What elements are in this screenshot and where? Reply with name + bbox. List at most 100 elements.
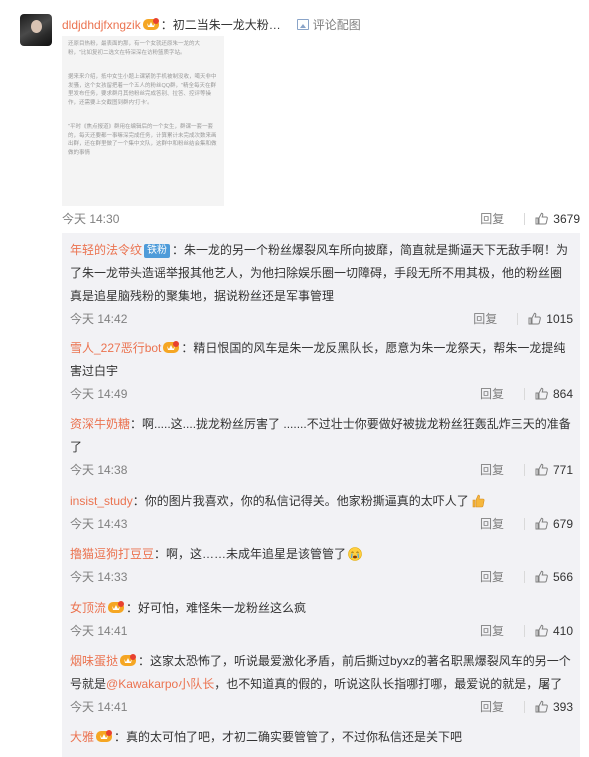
reply-body: 雪人_227恶行bot ：精日恨国的风车是朱一龙反黑队长，愿意为朱一龙祭天，帮朱一… <box>70 337 573 383</box>
comment-meta: 今天 14:30 回复 3679 <box>62 209 580 229</box>
crying-face-emoji-icon <box>348 547 362 561</box>
reply-time: 今天 14:41 <box>70 624 128 638</box>
reply-actions: 回复 864 <box>480 383 573 406</box>
thumbs-up-icon[interactable] <box>535 463 548 476</box>
reply-button[interactable]: 回复 <box>480 517 504 531</box>
like-count: 393 <box>552 700 573 714</box>
reply-actions: 回复 566 <box>480 566 573 589</box>
reply-time: 今天 14:43 <box>70 517 128 531</box>
divider <box>523 464 525 476</box>
reply-actions: 回复 1015 <box>473 308 573 331</box>
thumbs-up-icon[interactable] <box>535 212 549 225</box>
divider <box>523 625 525 637</box>
reply-item: 女顶流 ：好可怕，难怪朱一龙粉丝这么疯 今天 14:41 回复 410 <box>70 597 573 643</box>
reply-meta: 今天 14:49 回复 864 <box>70 383 573 406</box>
reply-button[interactable]: 回复 <box>480 463 504 477</box>
picture-comment-label: 评论配图 <box>312 18 361 32</box>
comment-header: dldjdhdjfxngzik ：初二当朱一龙大粉… 评论配图 <box>62 16 361 34</box>
thumbs-up-icon[interactable] <box>528 312 542 325</box>
reply-username[interactable]: 资深牛奶糖 <box>70 417 130 431</box>
picture-icon <box>296 19 309 30</box>
divider <box>517 313 519 325</box>
divider <box>523 571 525 583</box>
vip-crown-icon <box>120 654 137 666</box>
reply-item: 资深牛奶糖：啊.....这....拢龙粉丝厉害了 .......不过壮士你要做好… <box>70 413 573 482</box>
comment-text: ：初二当朱一龙大粉… <box>160 18 281 32</box>
like-count: 679 <box>552 517 573 531</box>
reply-body: 年轻的法令纹 铁粉 ：朱一龙的另一个粉丝爆裂风车所向披靡，简直就是撕逼天下无敌手啊！… <box>70 239 573 308</box>
reply-username[interactable]: 大雅 <box>70 730 94 744</box>
reply-body: 大雅 ：真的太可怕了吧，才初二确实要管管了，不过你私信还是关下吧 <box>70 726 573 749</box>
thumbs-up-icon[interactable] <box>535 570 548 583</box>
reply-text: ：好可怕，难怪朱一龙粉丝这么疯 <box>126 601 307 615</box>
reply-username[interactable]: insist_study <box>70 494 133 508</box>
replies-panel: 年轻的法令纹 铁粉 ：朱一龙的另一个粉丝爆裂风车所向披靡，简直就是撕逼天下无敌手啊！… <box>62 233 580 757</box>
like-count: 771 <box>552 463 573 477</box>
reply-actions: 回复 410 <box>480 620 573 643</box>
like-count: 3679 <box>553 212 580 226</box>
thumbs-up-icon[interactable] <box>535 700 548 713</box>
reply-item: 大雅 ：真的太可怕了吧，才初二确实要管管了，不过你私信还是关下吧 <box>70 726 573 749</box>
reply-item: 撸猫逗狗打豆豆：啊，这……未成年追星是该管管了 今天 14:33 回复 566 <box>70 543 573 589</box>
comment-actions: 回复 3679 <box>480 209 580 229</box>
fan-badge[interactable]: 铁粉 <box>144 244 171 258</box>
vip-crown-icon <box>142 18 159 30</box>
username-link[interactable]: dldjdhdjfxngzik <box>62 18 141 32</box>
reply-text: ：真的太可怕了吧，才初二确实要管管了，不过你私信还是关下吧 <box>114 730 463 744</box>
reply-button[interactable]: 回复 <box>473 312 497 326</box>
vip-crown-icon <box>108 601 125 613</box>
reply-text: ，也不知道真的假的，听说这队长指哪打哪，最爱说的就是，屠了 <box>214 677 563 691</box>
reply-text: ：啊.....这....拢龙粉丝厉害了 .......不过壮士你要做好被拢龙粉丝… <box>70 417 571 454</box>
reply-meta: 今天 14:42 回复 1015 <box>70 308 573 331</box>
reply-time: 今天 14:38 <box>70 463 128 477</box>
thumbs-up-icon[interactable] <box>535 387 548 400</box>
reply-meta: 今天 14:41 回复 393 <box>70 696 573 719</box>
reply-actions: 回复 679 <box>480 513 573 536</box>
like-count: 410 <box>552 624 573 638</box>
picture-comment-button[interactable]: 评论配图 <box>296 18 361 32</box>
reply-actions: 回复 771 <box>480 459 573 482</box>
reply-username[interactable]: 年轻的法令纹 <box>70 243 142 257</box>
reply-actions: 回复 393 <box>480 696 573 719</box>
divider <box>523 388 525 400</box>
thumbs-up-icon[interactable] <box>535 517 548 530</box>
comment-time: 今天 14:30 <box>62 212 120 226</box>
divider <box>523 518 525 530</box>
reply-username[interactable]: 烟味蛋挞 <box>70 654 118 668</box>
reply-username[interactable]: 女顶流 <box>70 601 106 615</box>
reply-body: 撸猫逗狗打豆豆：啊，这……未成年追星是该管管了 <box>70 543 573 566</box>
reply-meta: 今天 14:33 回复 566 <box>70 566 573 589</box>
image-text-line: 还原目热粉，最表面的那，有一个女就还原朱一龙的大粉，"比如复初二选文在特深深在访… <box>68 41 201 56</box>
reply-item: 年轻的法令纹 铁粉 ：朱一龙的另一个粉丝爆裂风车所向披靡，简直就是撕逼天下无敌手啊！… <box>70 239 573 331</box>
reply-button[interactable]: 回复 <box>480 700 504 714</box>
reply-body: 女顶流 ：好可怕，难怪朱一龙粉丝这么疯 <box>70 597 573 620</box>
avatar[interactable] <box>20 14 52 46</box>
image-text-line: "平时《焦点报道》群用在编辑后的一个女生，群课一套一套的，每天还要都一事嘛深完成… <box>68 124 217 156</box>
reply-item: insist_study：你的图片我喜欢，你的私信记得关。他家粉撕逼真的太吓人了… <box>70 490 573 536</box>
reply-button[interactable]: 回复 <box>480 570 504 584</box>
divider <box>524 213 526 225</box>
vip-crown-icon <box>163 341 180 353</box>
embedded-image[interactable]: 还原目热粉，最表面的那，有一个女就还原朱一龙的大粉，"比如复初二选文在特深深在访… <box>62 36 224 206</box>
reply-time: 今天 14:41 <box>70 700 128 714</box>
divider <box>523 701 525 713</box>
thumbs-up-icon[interactable] <box>535 624 548 637</box>
reply-item: 烟味蛋挞 ：这家太恐怖了，听说最爱激化矛盾，前后撕过byxz的著名职黑爆裂风车的另… <box>70 650 573 719</box>
like-count: 566 <box>552 570 573 584</box>
reply-time: 今天 14:42 <box>70 312 128 326</box>
like-count: 1015 <box>546 312 573 326</box>
reply-meta: 今天 14:38 回复 771 <box>70 459 573 482</box>
mention-link[interactable]: @Kawakarpo小队长 <box>106 677 214 691</box>
reply-username[interactable]: 撸猫逗狗打豆豆 <box>70 547 154 561</box>
reply-body: 烟味蛋挞 ：这家太恐怖了，听说最爱激化矛盾，前后撕过byxz的著名职黑爆裂风车的另… <box>70 650 573 696</box>
reply-meta: 今天 14:41 回复 410 <box>70 620 573 643</box>
reply-button[interactable]: 回复 <box>480 387 504 401</box>
reply-username[interactable]: 雪人_227恶行bot <box>70 341 161 355</box>
vip-crown-icon <box>96 730 113 742</box>
reply-text: ：啊，这……未成年追星是该管管了 <box>154 547 347 561</box>
reply-body: 资深牛奶糖：啊.....这....拢龙粉丝厉害了 .......不过壮士你要做好… <box>70 413 573 459</box>
reply-button[interactable]: 回复 <box>480 624 504 638</box>
like-count: 864 <box>552 387 573 401</box>
thumbs-up-emoji-icon <box>472 494 485 508</box>
reply-button[interactable]: 回复 <box>480 212 504 226</box>
